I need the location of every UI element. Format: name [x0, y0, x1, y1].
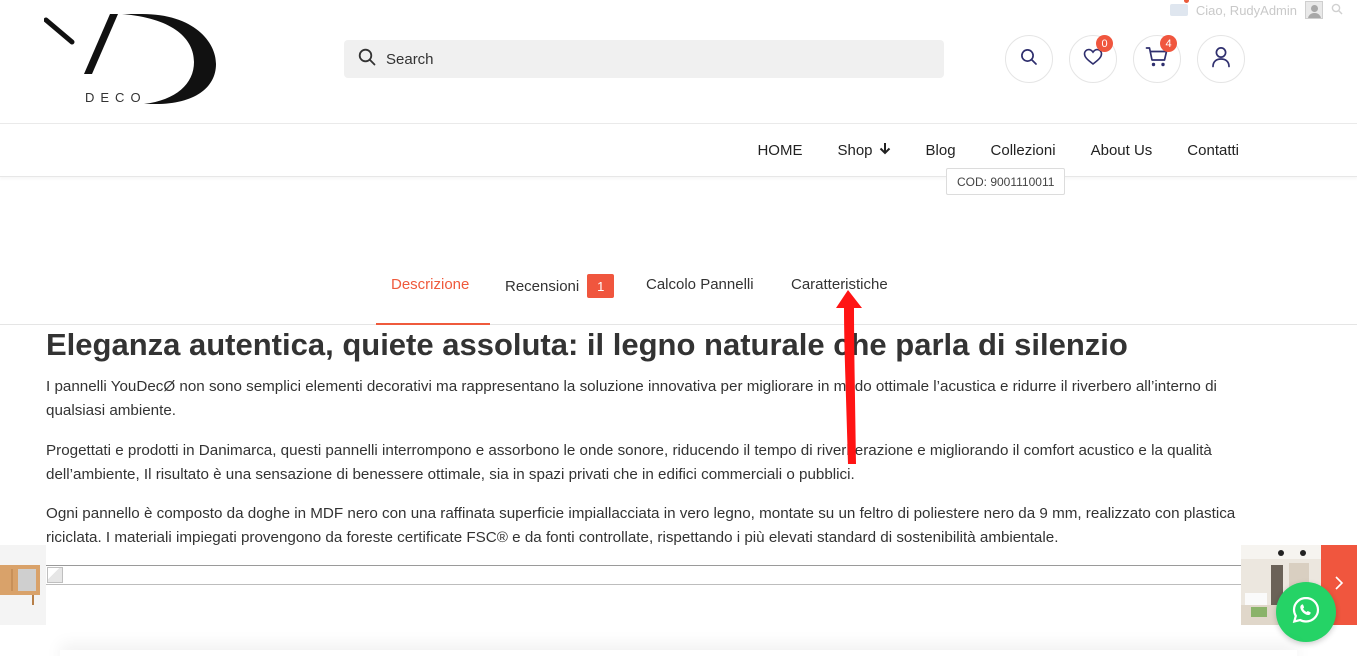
- tab-calcolo-pannelli[interactable]: Calcolo Pannelli: [646, 276, 754, 293]
- search-bar[interactable]: [344, 40, 944, 78]
- nav-item-shop[interactable]: Shop: [837, 142, 890, 159]
- description-paragraph: Progettati e prodotti in Danimarca, ques…: [46, 442, 1212, 483]
- search-button[interactable]: [1005, 35, 1053, 83]
- search-icon: [358, 48, 376, 71]
- site-header: DECO 0 4: [0, 0, 1357, 124]
- review-count-badge: 1: [587, 274, 615, 298]
- wishlist-button[interactable]: 0: [1069, 35, 1117, 83]
- description-content: Eleganza autentica, quiete assoluta: il …: [46, 325, 1246, 546]
- search-icon: [1020, 48, 1038, 71]
- cart-count-badge: 4: [1160, 35, 1177, 52]
- tab-descrizione[interactable]: Descrizione: [391, 276, 469, 293]
- product-tabs: Descrizione Recensioni 1 Calcolo Pannell…: [0, 262, 1357, 325]
- tab-label: Recensioni: [505, 277, 580, 295]
- nav-item-label: Shop: [837, 141, 873, 159]
- whatsapp-icon: [1291, 595, 1321, 630]
- bottom-panel-edge: [60, 650, 1297, 656]
- account-button[interactable]: [1197, 35, 1245, 83]
- tab-recensioni[interactable]: Recensioni 1: [505, 274, 615, 298]
- nav-item-blog[interactable]: Blog: [926, 142, 956, 159]
- prev-product-thumbnail[interactable]: [0, 545, 46, 625]
- nav-item-label: Collezioni: [990, 141, 1056, 159]
- nav-item-label: HOME: [757, 141, 803, 159]
- nav-item-label: Contatti: [1187, 141, 1239, 159]
- logo-wordmark: DECO: [85, 90, 147, 105]
- nav-item-label: About Us: [1090, 141, 1153, 159]
- description-paragraph: I pannelli YouDecØ non sono semplici ele…: [46, 378, 1217, 419]
- broken-image-icon: [47, 567, 63, 583]
- nav-item-collezioni[interactable]: Collezioni: [991, 142, 1056, 159]
- description-paragraph: Ogni pannello è composto da doghe in MDF…: [46, 505, 1236, 546]
- chevron-right-icon: [1334, 574, 1344, 597]
- main-nav: HOME Shop Blog Collezioni About Us Conta…: [0, 125, 1357, 177]
- nav-item-contatti[interactable]: Contatti: [1187, 142, 1239, 159]
- nav-item-about-us[interactable]: About Us: [1091, 142, 1153, 159]
- arrow-down-icon: [879, 142, 891, 159]
- broken-image-frame: [46, 565, 1242, 585]
- whatsapp-chat-button[interactable]: [1276, 582, 1336, 642]
- tab-label: Descrizione: [391, 276, 470, 293]
- nav-item-home[interactable]: HOME: [757, 142, 802, 159]
- product-code: COD: 9001110011: [946, 168, 1066, 195]
- description-heading: Eleganza autentica, quiete assoluta: il …: [46, 327, 1128, 362]
- annotation-arrow-icon: [822, 274, 882, 474]
- user-icon: [1211, 46, 1231, 73]
- tab-label: Calcolo Pannelli: [646, 276, 754, 293]
- cart-button[interactable]: 4: [1133, 35, 1181, 83]
- wishlist-count-badge: 0: [1096, 35, 1113, 52]
- search-input[interactable]: [384, 49, 924, 69]
- nav-item-label: Blog: [925, 141, 956, 159]
